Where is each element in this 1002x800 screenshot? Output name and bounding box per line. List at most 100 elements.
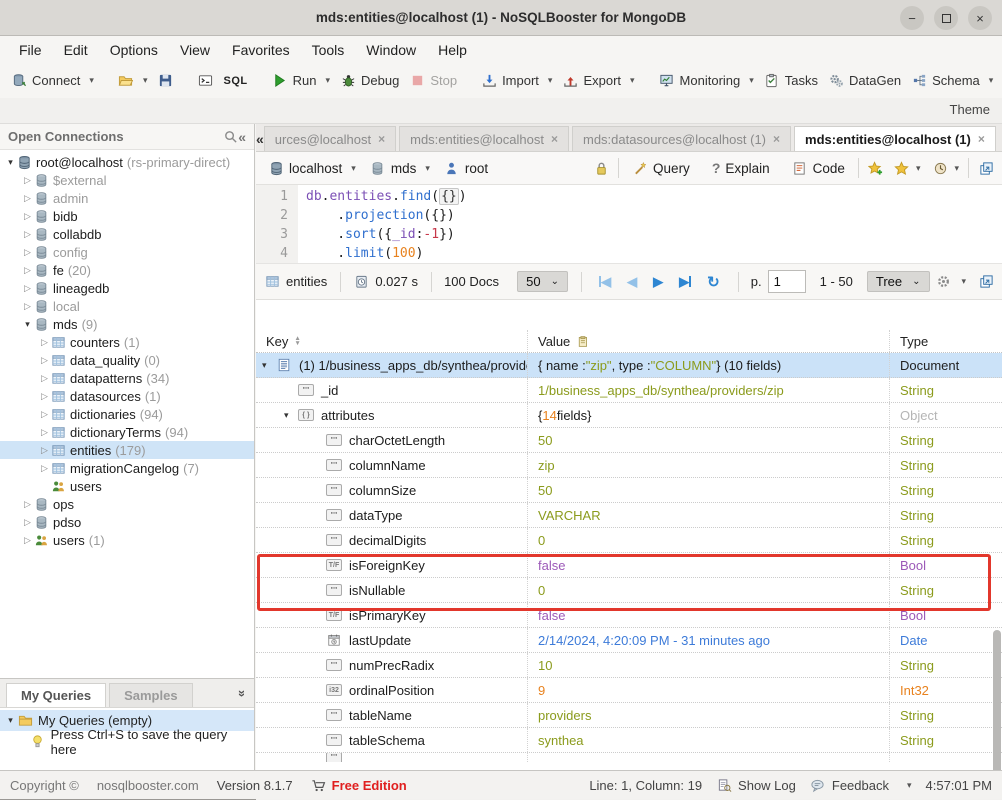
- table-row[interactable]: ""numPrecRadix10String: [256, 653, 1002, 678]
- column-header-key[interactable]: Key ▲▼: [256, 330, 528, 352]
- table-row[interactable]: ""columnSize50String: [256, 478, 1002, 503]
- minimize-button[interactable]: −: [900, 6, 924, 30]
- tab-2[interactable]: mds:datasources@localhost (1)×: [572, 126, 791, 151]
- collapse-arrow-icon[interactable]: ▷: [38, 409, 51, 420]
- toolbar-debug-button[interactable]: Debug: [335, 70, 404, 92]
- menu-options[interactable]: Options: [101, 39, 167, 61]
- query-editor[interactable]: 1234 db.entities.find({}) .projection({}…: [256, 185, 1002, 264]
- panel-collapse-icon[interactable]: «: [233, 690, 248, 697]
- tree-item-$external[interactable]: ▷$external: [0, 171, 254, 189]
- toolbar-monitoring-button[interactable]: Monitoring▾: [654, 70, 759, 92]
- collapse-arrow-icon[interactable]: ▷: [38, 463, 51, 474]
- menu-file[interactable]: File: [10, 39, 51, 61]
- collapse-arrow-icon[interactable]: ▷: [38, 337, 51, 348]
- collapse-arrow-icon[interactable]: ▷: [21, 535, 34, 546]
- tree-item-entities[interactable]: ▷entities(179): [0, 441, 254, 459]
- table-row[interactable]: ""tableNameprovidersString: [256, 703, 1002, 728]
- tree-item-mds[interactable]: ▾mds(9): [0, 315, 254, 333]
- menu-view[interactable]: View: [171, 39, 219, 61]
- toolbar-terminal-button[interactable]: [192, 70, 218, 92]
- query-button[interactable]: Query: [628, 158, 694, 178]
- toolbar-export-button[interactable]: Export▾: [557, 70, 639, 92]
- tree-item-config[interactable]: ▷config: [0, 243, 254, 261]
- close-button[interactable]: ×: [968, 6, 992, 30]
- show-log-button[interactable]: Show Log: [716, 777, 796, 793]
- menu-tools[interactable]: Tools: [303, 39, 354, 61]
- tab-3[interactable]: mds:entities@localhost (1)×: [794, 126, 996, 151]
- expand-arrow-icon[interactable]: ▾: [262, 360, 276, 371]
- table-row[interactable]: lastUpdate2/14/2024, 4:20:09 PM - 31 min…: [256, 628, 1002, 653]
- tree-item-pdso[interactable]: ▷pdso: [0, 513, 254, 531]
- gear-icon[interactable]: [936, 274, 952, 290]
- tab-close-icon[interactable]: ×: [551, 132, 558, 146]
- collapse-arrow-icon[interactable]: ▷: [21, 499, 34, 510]
- expand-arrow-icon[interactable]: ▾: [21, 319, 34, 330]
- collapse-sidebar-icon[interactable]: «: [238, 129, 246, 145]
- code-button[interactable]: Code: [788, 158, 849, 178]
- table-row[interactable]: i32ordinalPosition9Int32: [256, 678, 1002, 703]
- panel-tab-my-queries[interactable]: My Queries: [6, 683, 106, 707]
- tree-item-collabdb[interactable]: ▷collabdb: [0, 225, 254, 243]
- table-row[interactable]: ""dataTypeVARCHARString: [256, 503, 1002, 528]
- expand-arrow-icon[interactable]: ▾: [4, 715, 17, 726]
- collapse-arrow-icon[interactable]: ▷: [38, 391, 51, 402]
- tab-close-icon[interactable]: ×: [978, 132, 985, 146]
- add-favorite-icon[interactable]: [868, 160, 884, 176]
- table-row[interactable]: T/FisPrimaryKeyfalseBool: [256, 603, 1002, 628]
- toolbar-folder-open-button[interactable]: ▾: [113, 70, 153, 92]
- table-row[interactable]: ""decimalDigits0String: [256, 528, 1002, 553]
- refresh-icon[interactable]: ↻: [707, 273, 720, 291]
- host-select[interactable]: localhost▾: [264, 158, 360, 178]
- panel-tab-samples[interactable]: Samples: [109, 683, 192, 707]
- collapse-arrow-icon[interactable]: ▷: [38, 355, 51, 366]
- code-line[interactable]: db.entities.find({}): [306, 187, 467, 206]
- open-in-new-window-icon[interactable]: [978, 274, 994, 290]
- first-page-button[interactable]: ◀: [599, 274, 611, 290]
- tree-item-dictionaries[interactable]: ▷dictionaries(94): [0, 405, 254, 423]
- collapse-arrow-icon[interactable]: ▷: [21, 265, 34, 276]
- tree-item-datasources[interactable]: ▷datasources(1): [0, 387, 254, 405]
- collapse-arrow-icon[interactable]: ▷: [21, 247, 34, 258]
- table-row[interactable]: ""_id1/business_apps_db/synthea/provider…: [256, 378, 1002, 403]
- collapse-arrow-icon[interactable]: ▷: [38, 373, 51, 384]
- table-row[interactable]: T/FisForeignKeyfalseBool: [256, 553, 1002, 578]
- column-header-value[interactable]: Value: [528, 330, 890, 352]
- favorites-dropdown-icon[interactable]: ▾: [916, 163, 921, 174]
- tab-0[interactable]: urces@localhost×: [264, 126, 396, 151]
- toolbar-connect-button[interactable]: Connect▾: [6, 70, 99, 92]
- view-mode-select[interactable]: Tree⌄: [867, 271, 930, 292]
- toolbar-sql-button[interactable]: SQL: [218, 72, 252, 90]
- menu-help[interactable]: Help: [429, 39, 476, 61]
- expand-arrow-icon[interactable]: ▾: [284, 410, 298, 421]
- table-row[interactable]: ""charOctetLength50String: [256, 428, 1002, 453]
- last-page-button[interactable]: ▶: [679, 274, 691, 290]
- tree-item-dictionaryTerms[interactable]: ▷dictionaryTerms(94): [0, 423, 254, 441]
- tree-item-users[interactable]: ▷users(1): [0, 531, 254, 549]
- toolbar-save-button[interactable]: [152, 70, 178, 92]
- history-icon[interactable]: [932, 160, 948, 176]
- tree-item-data_quality[interactable]: ▷data_quality(0): [0, 351, 254, 369]
- tree-item-counters[interactable]: ▷counters(1): [0, 333, 254, 351]
- menu-favorites[interactable]: Favorites: [223, 39, 299, 61]
- page-size-select[interactable]: 50⌄: [517, 271, 568, 292]
- table-row[interactable]: ▾{ }attributes{14 fields}Object: [256, 403, 1002, 428]
- collapse-arrow-icon[interactable]: ▷: [21, 175, 34, 186]
- prev-page-button[interactable]: ◀: [627, 274, 637, 290]
- tree-item-datapatterns[interactable]: ▷datapatterns(34): [0, 369, 254, 387]
- tree-item-migrationCangelog[interactable]: ▷migrationCangelog(7): [0, 459, 254, 477]
- table-row[interactable]: "": [256, 753, 1002, 762]
- query-list-item[interactable]: Press Ctrl+S to save the query here: [0, 731, 254, 752]
- menu-window[interactable]: Window: [357, 39, 425, 61]
- column-header-type[interactable]: Type: [890, 330, 1002, 352]
- table-row[interactable]: ""isNullable0String: [256, 578, 1002, 603]
- tree-item-rootlocalhost[interactable]: ▾root@localhost(rs-primary-direct): [0, 153, 254, 171]
- table-row[interactable]: ""tableSchemasyntheaString: [256, 728, 1002, 753]
- explain-button[interactable]: ?Explain: [708, 158, 774, 178]
- feedback-button[interactable]: Feedback: [810, 777, 889, 793]
- menu-edit[interactable]: Edit: [55, 39, 97, 61]
- theme-link[interactable]: Theme: [950, 102, 990, 117]
- open-in-new-window-icon[interactable]: [978, 160, 994, 176]
- collapse-arrow-icon[interactable]: ▷: [21, 301, 34, 312]
- collapse-arrow-icon[interactable]: ▷: [21, 517, 34, 528]
- history-dropdown-icon[interactable]: ▾: [954, 163, 959, 174]
